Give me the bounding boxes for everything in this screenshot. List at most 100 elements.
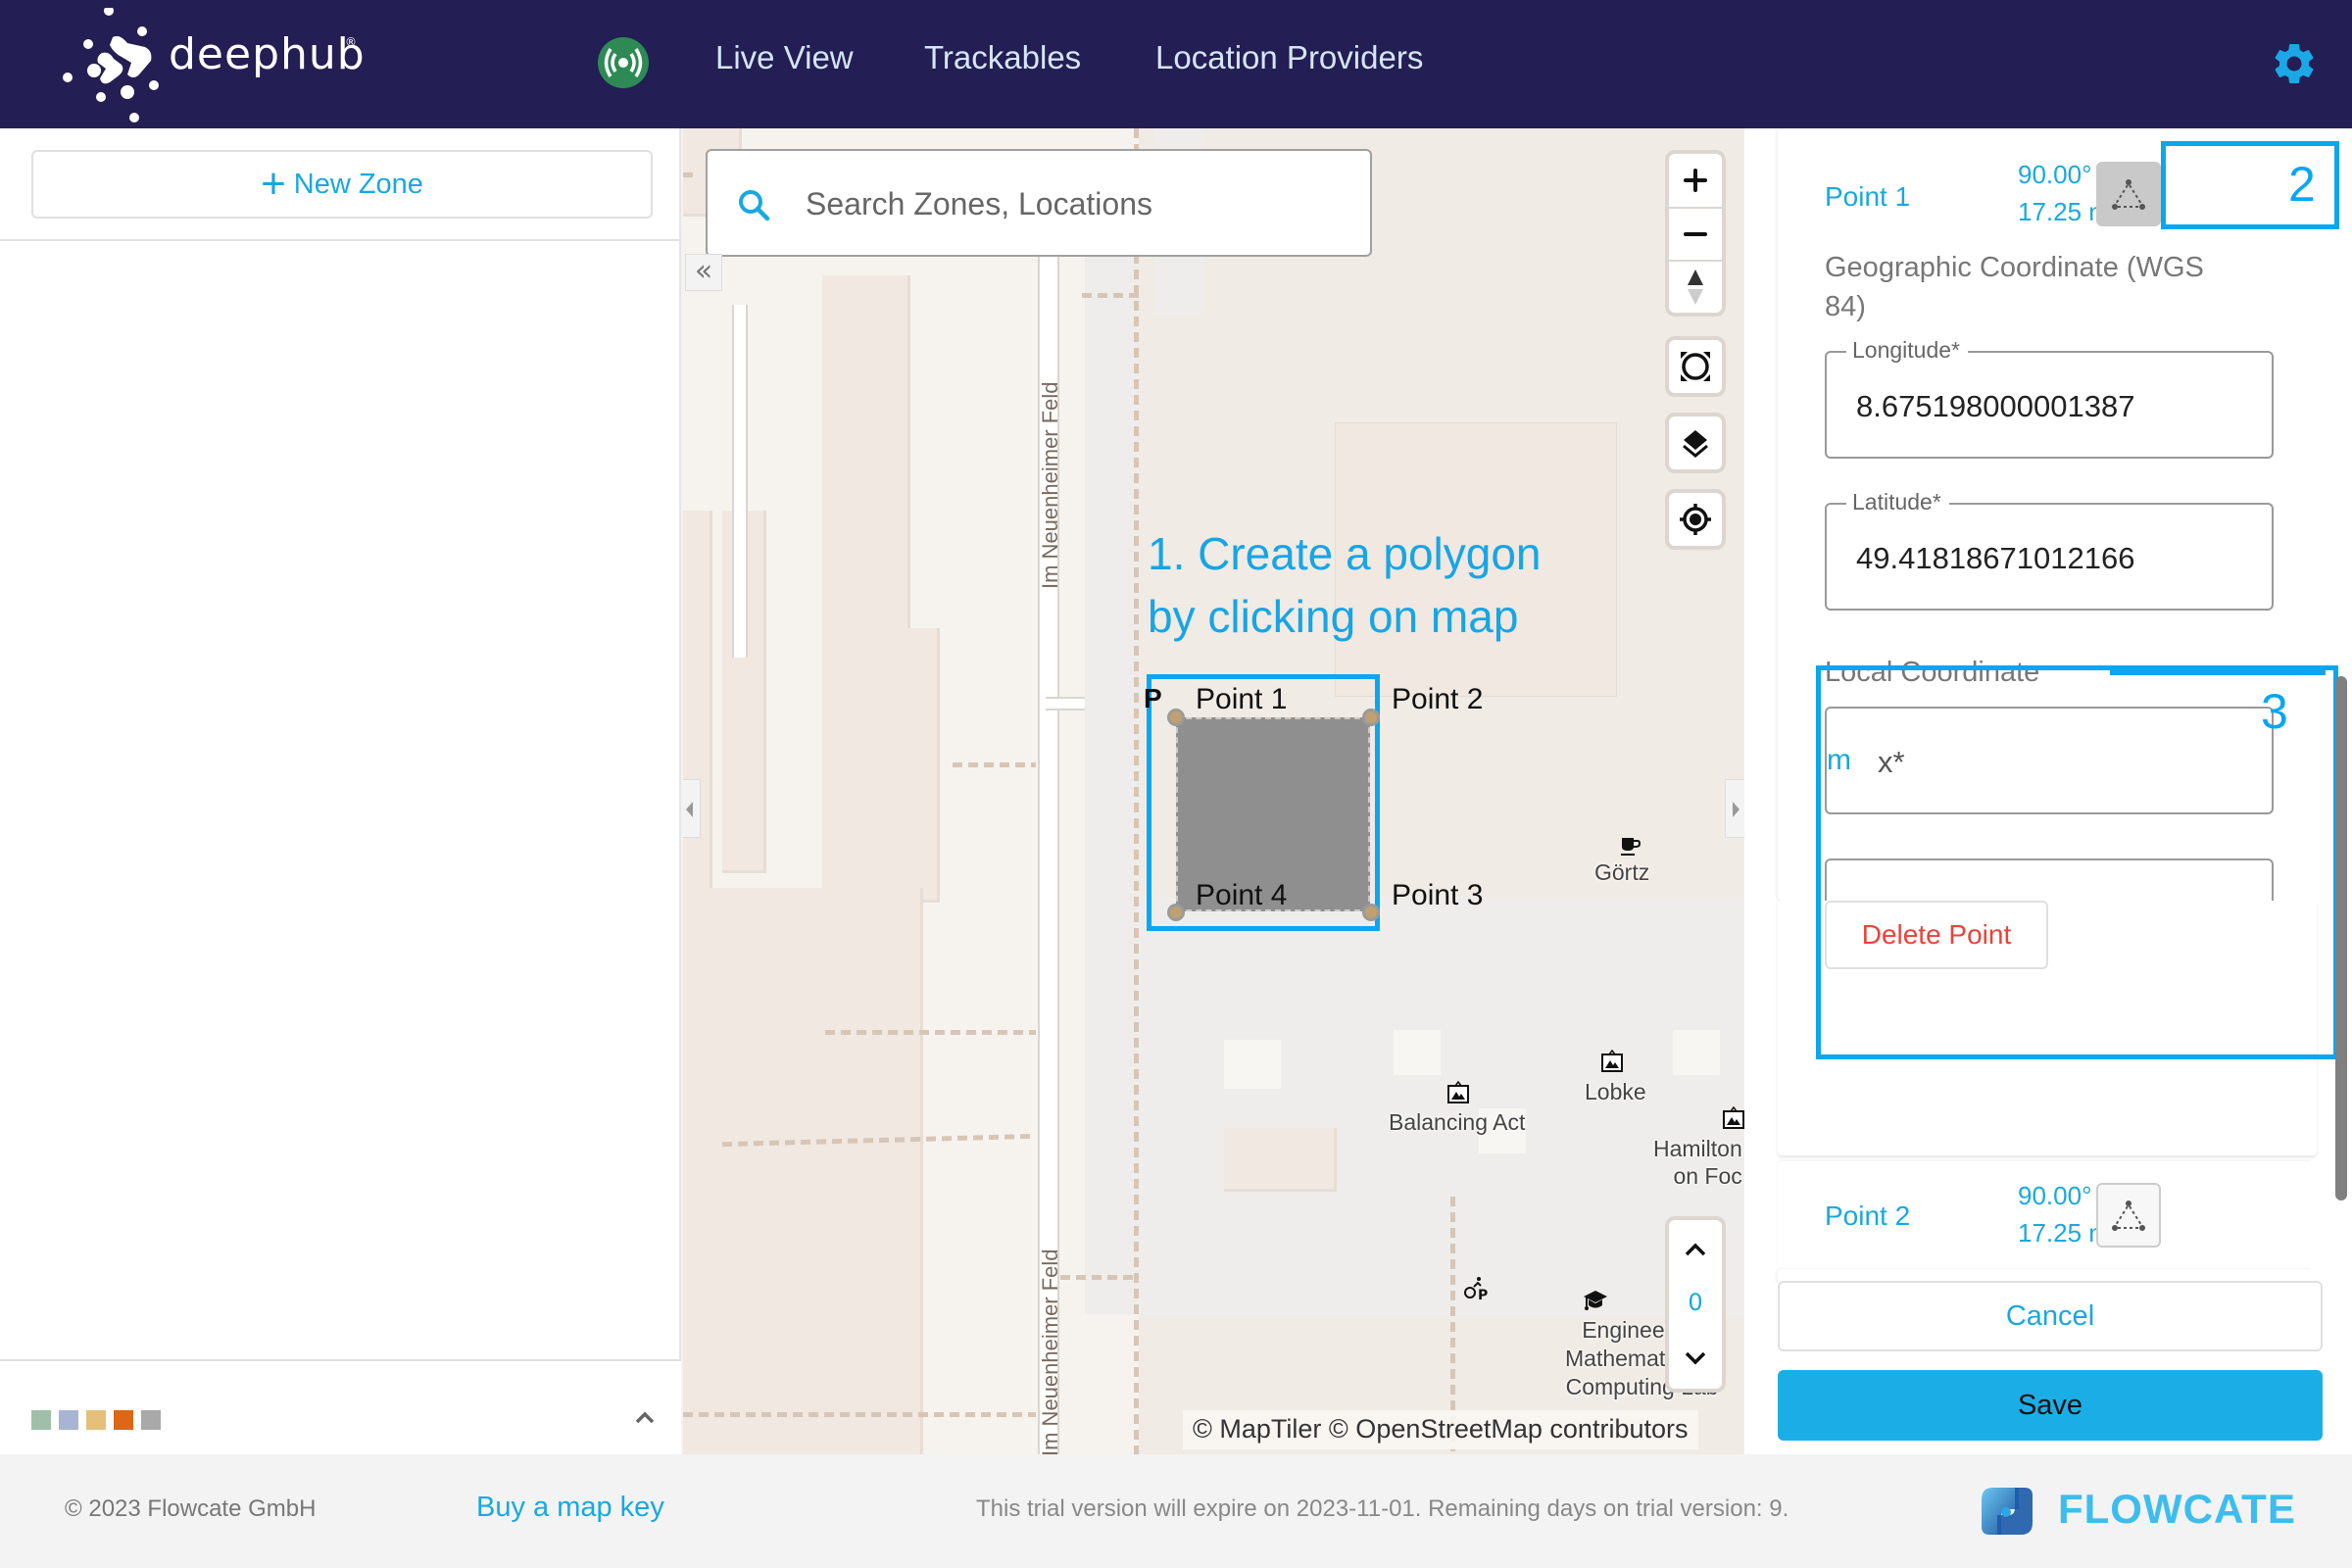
fullscreen-control (1665, 336, 1726, 397)
zone-legend-bar (0, 1359, 681, 1454)
legend-swatch (59, 1410, 78, 1430)
new-zone-label: New Zone (293, 168, 423, 200)
flowcate-wordmark: FLOWCATE (2058, 1486, 2296, 1532)
map-canvas[interactable]: Im Neuenheimer Feld Im Neuenheimer Feld … (683, 128, 1744, 1454)
legend-swatch (141, 1410, 161, 1430)
nav-live-view[interactable]: Live View (715, 39, 854, 76)
trial-notice: This trial version will expire on 2023-1… (976, 1495, 1789, 1522)
chevron-up-icon[interactable] (1681, 1236, 1710, 1265)
heading-line: Geographic Coordinate (WGS (1825, 252, 2204, 283)
polygon-vertex-1[interactable] (1167, 709, 1185, 726)
copyright: © 2023 Flowcate GmbH (65, 1495, 317, 1522)
search-box (706, 149, 1372, 257)
map-building (1673, 1030, 1720, 1075)
map-road (732, 305, 748, 658)
legend-swatch (86, 1410, 106, 1430)
point-3-label: Point 3 (1392, 879, 1484, 911)
cafe-icon (1619, 836, 1642, 861)
poi-label: Hamilton on Foc (1653, 1135, 1742, 1190)
poi-label: Lobke (1585, 1079, 1646, 1104)
polygon-point-icon[interactable] (2096, 1183, 2161, 1248)
map-path (1060, 1275, 1139, 1280)
left-panel-toggle[interactable] (683, 779, 701, 838)
zoom-in-icon[interactable] (1669, 154, 1722, 207)
instruction-line: 1. Create a polygon (1148, 528, 1542, 579)
poi-label: Görtz (1594, 859, 1650, 885)
fullscreen-icon[interactable] (1669, 340, 1722, 393)
plus-icon: + (261, 160, 286, 208)
buy-map-key-link[interactable]: Buy a map key (476, 1492, 664, 1524)
deephub-logo[interactable]: deephub ® (59, 8, 372, 125)
search-input[interactable] (806, 174, 1354, 233)
point-name[interactable]: Point 2 (1825, 1200, 1910, 1232)
gallery-icon (1446, 1080, 1470, 1108)
point-card-2: Point 2 90.00° 17.25 m (1778, 1161, 2311, 1269)
map-building (1224, 1040, 1281, 1089)
polygon-vertex-2[interactable] (1362, 709, 1380, 726)
gear-icon[interactable] (2270, 39, 2319, 88)
panel-scrollbar[interactable] (2335, 676, 2347, 1200)
nav-trackables[interactable]: Trackables (924, 39, 1081, 76)
gallery-icon (1600, 1049, 1624, 1077)
latitude-field: Latitude* (1825, 489, 2274, 611)
poi-label: Balancing Act (1389, 1109, 1526, 1135)
map-building (1224, 1128, 1337, 1192)
annotation-number-2: 2 (2288, 157, 2316, 212)
polygon-vertex-3[interactable] (1362, 904, 1380, 921)
locate-icon[interactable] (1669, 493, 1722, 546)
point-4-label: Point 4 (1196, 879, 1288, 911)
polygon-point-icon[interactable] (2096, 162, 2161, 226)
geo-coordinate-heading: Geographic Coordinate (WGS 84) (1825, 248, 2276, 326)
legend-swatch (114, 1410, 133, 1430)
locate-control (1665, 489, 1726, 550)
annotation-box-3 (1816, 665, 2338, 1059)
footer: © 2023 Flowcate GmbH Buy a map key This … (0, 1454, 2352, 1568)
flowcate-logo-icon (1976, 1480, 2038, 1543)
layers-control (1665, 413, 1726, 473)
instruction-line: by clicking on map (1148, 591, 1519, 642)
map-building (822, 628, 940, 903)
zoom-out-icon[interactable] (1669, 207, 1722, 260)
latitude-label: Latitude* (1846, 489, 1949, 515)
longitude-label: Longitude* (1846, 337, 1968, 364)
longitude-field: Longitude* (1825, 337, 2274, 459)
legend-swatch (31, 1410, 51, 1430)
map-path (825, 1030, 1036, 1035)
latitude-input[interactable] (1856, 534, 2248, 583)
floor-level-value: 0 (1688, 1289, 1703, 1316)
bicycle-parking-icon: P (1464, 1275, 1492, 1304)
polygon-vertex-4[interactable] (1167, 904, 1185, 921)
map-building (1394, 1030, 1441, 1075)
layers-icon[interactable] (1669, 416, 1722, 469)
map-path (1082, 293, 1141, 298)
right-panel-toggle[interactable] (1725, 779, 1744, 838)
compass-icon[interactable] (1669, 260, 1722, 313)
double-chevron-left-icon[interactable]: « (685, 254, 722, 291)
top-navigation-bar: deephub ® Live View Trackables Location … (0, 0, 2352, 128)
map-attribution[interactable]: © MapTiler © OpenStreetMap contributors (1183, 1410, 1698, 1449)
live-signal-icon[interactable] (598, 37, 649, 88)
map-path (953, 762, 1036, 767)
nav-location-providers[interactable]: Location Providers (1155, 39, 1423, 76)
svg-text:P: P (1478, 1288, 1488, 1300)
point-name[interactable]: Point 1 (1825, 181, 1910, 213)
new-zone-button[interactable]: + New Zone (31, 150, 653, 219)
save-button[interactable]: Save (1778, 1370, 2323, 1441)
point-2-label: Point 2 (1392, 683, 1484, 715)
cancel-button[interactable]: Cancel (1778, 1281, 2323, 1351)
registered-mark: ® (345, 35, 357, 49)
heading-line: 84) (1825, 291, 1866, 322)
chevron-up-icon[interactable] (631, 1404, 659, 1432)
zoom-controls (1665, 150, 1726, 317)
sidebar-divider (0, 239, 681, 241)
map-area (1139, 898, 1744, 1317)
search-icon[interactable] (735, 186, 774, 225)
graduation-cap-icon (1583, 1289, 1608, 1316)
longitude-input[interactable] (1856, 382, 2248, 431)
poi-label-line: Hamilton (1653, 1136, 1742, 1161)
zones-sidebar: + New Zone (0, 128, 681, 1454)
street-label: Im Neuenheimer Feld (1038, 1249, 1062, 1454)
chevron-down-icon[interactable] (1681, 1343, 1710, 1372)
map-building (683, 888, 923, 1454)
street-label: Im Neuenheimer Feld (1038, 381, 1062, 589)
